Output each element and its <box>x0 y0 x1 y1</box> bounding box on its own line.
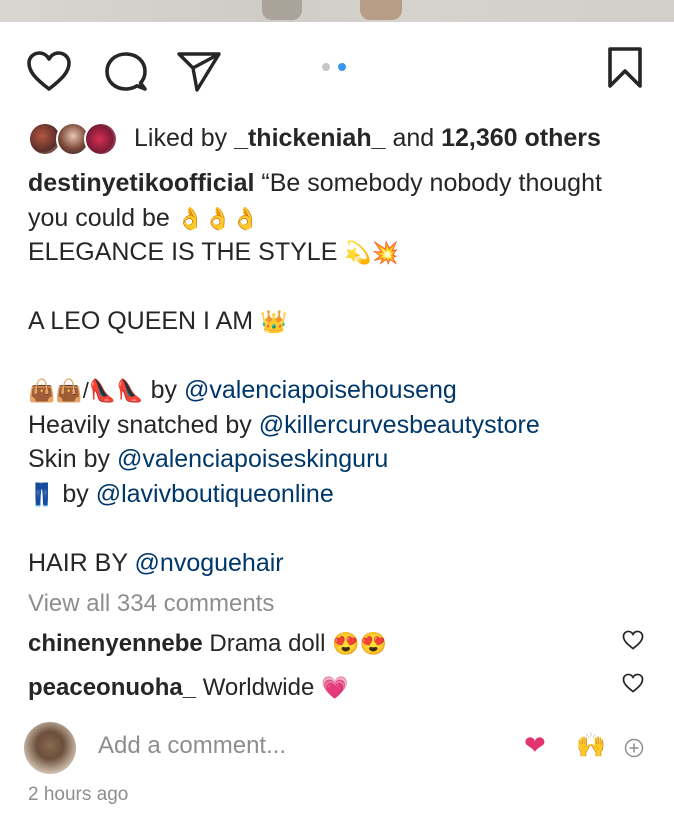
carousel-indicator <box>322 58 350 76</box>
likes-summary[interactable]: Liked by _thickeniah_ and 12,360 others <box>28 121 601 156</box>
likes-count[interactable]: 12,360 others <box>441 124 601 152</box>
caption-text: A LEO QUEEN I AM <box>28 307 261 335</box>
add-comment-row: Add a comment... ❤ 🙌 <box>24 722 650 774</box>
caption-line: destinyetikoofficial “Be somebody nobody… <box>28 166 648 201</box>
caption-line: 👜👜/👠👠 by @valenciapoisehouseng <box>28 373 648 408</box>
carousel-dot-1 <box>322 63 330 71</box>
like-button[interactable] <box>26 50 72 97</box>
heart-eyes-emoji: 😍😍 <box>332 631 387 656</box>
image-detail <box>262 0 302 20</box>
caption-line: Skin by @valenciapoiseskinguru <box>28 442 648 477</box>
caption-line: A LEO QUEEN I AM 👑 <box>28 304 648 339</box>
comment-username[interactable]: peaceonuoha_ <box>28 674 196 701</box>
comment-button[interactable] <box>104 50 148 97</box>
likes-middle: and <box>385 123 442 152</box>
caption-line: HAIR BY @nvoguehair <box>28 546 648 581</box>
post-timestamp: 2 hours ago <box>28 784 129 805</box>
caption-mention[interactable]: @lavivboutiqueonline <box>96 480 334 508</box>
likes-text: Liked by _thickeniah_ and 12,360 others <box>134 124 601 153</box>
add-comment-input[interactable]: Add a comment... <box>98 732 286 760</box>
post-image-bottom[interactable] <box>0 0 674 22</box>
paper-plane-icon <box>177 52 221 92</box>
caption-line: 👖 by @lavivboutiqueonline <box>28 477 648 512</box>
post-caption: destinyetikoofficial “Be somebody nobody… <box>28 166 648 580</box>
caption-text: you could be <box>28 203 177 232</box>
view-all-comments-link[interactable]: View all 334 comments <box>28 590 274 618</box>
quick-heart-emoji-button[interactable]: ❤ <box>524 730 546 761</box>
comment-bubble-icon <box>105 52 147 91</box>
caption-text: by <box>55 479 96 508</box>
caption-line: ELEGANCE IS THE STYLE 💫💥 <box>28 235 648 270</box>
caption-text: by <box>143 376 184 404</box>
comment-like-button[interactable] <box>622 673 644 698</box>
share-button[interactable] <box>176 50 222 97</box>
caption-text: Skin by <box>28 445 117 473</box>
quick-raised-hands-emoji-button[interactable]: 🙌 <box>576 731 606 760</box>
heart-outline-icon <box>622 673 644 693</box>
caption-mention[interactable]: @valenciapoisehouseng <box>184 376 457 404</box>
comment-text: Drama doll <box>202 630 333 657</box>
heart-outline-icon <box>27 51 71 91</box>
ok-hand-emoji: 👌👌👌 <box>176 205 259 231</box>
comment-username[interactable]: chinenyennebe <box>28 630 203 657</box>
caption-mention[interactable]: @killercurvesbeautystore <box>259 411 540 439</box>
pink-heart-emoji: 💗 <box>320 675 349 700</box>
comment-row: chinenyennebe Drama doll 😍😍 <box>28 630 387 658</box>
bookmark-icon <box>608 47 642 88</box>
caption-text: Heavily snatched by <box>28 410 259 439</box>
caption-mention[interactable]: @nvoguehair <box>135 549 284 577</box>
heart-outline-icon <box>622 630 644 650</box>
caption-text: HAIR BY <box>28 548 135 577</box>
comment-row: peaceonuoha_ Worldwide 💗 <box>28 674 348 702</box>
caption-text: ELEGANCE IS THE STYLE <box>28 238 345 266</box>
save-button[interactable] <box>606 46 644 95</box>
caption-line: Heavily snatched by @killercurvesbeautys… <box>28 408 648 443</box>
liker-avatar <box>84 122 118 156</box>
plus-circle-icon[interactable] <box>624 738 644 758</box>
current-user-avatar <box>24 722 76 774</box>
caption-username[interactable]: destinyetikoofficial <box>28 169 254 197</box>
caption-text: “Be somebody nobody thought <box>254 169 602 197</box>
jeans-emoji: 👖 <box>28 481 56 507</box>
comment-like-button[interactable] <box>622 630 644 655</box>
crown-emoji: 👑 <box>260 309 288 334</box>
liker-avatars <box>28 121 124 156</box>
sparkle-emoji: 💫💥 <box>344 240 400 265</box>
image-detail <box>360 0 402 20</box>
likes-prefix: Liked by <box>134 123 235 152</box>
comment-text: Worldwide <box>196 674 321 701</box>
caption-line: you could be 👌👌👌 <box>28 201 648 236</box>
liker-username[interactable]: _thickeniah_ <box>234 124 385 152</box>
caption-mention[interactable]: @valenciapoiseskinguru <box>117 445 388 473</box>
bag-heels-emoji: 👜👜/👠👠 <box>28 378 144 403</box>
carousel-dot-2-active <box>338 63 347 71</box>
